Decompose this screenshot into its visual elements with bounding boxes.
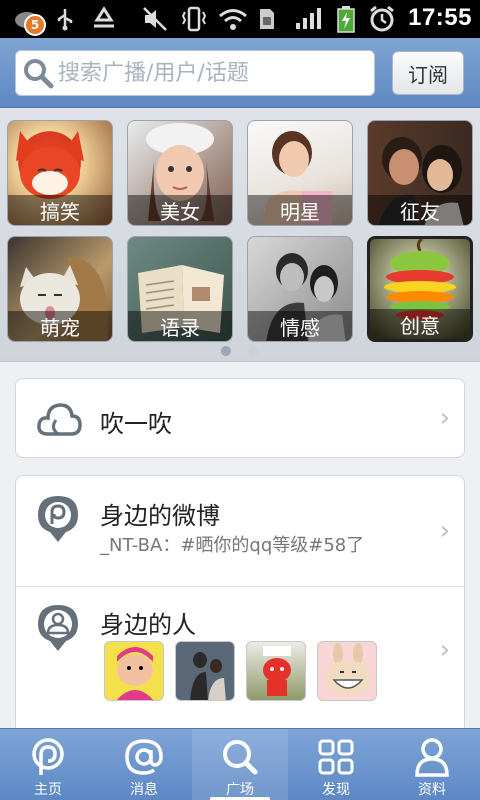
clock-time: 17:55 [408, 4, 472, 31]
chevron-right-icon: › [439, 635, 450, 665]
tab-discover[interactable]: 发现 [288, 729, 384, 800]
nearby-card: 身边的微博 _NT-BA：#晒你的qq等级#58了 › 身边的人 › [15, 475, 465, 735]
pager-dot[interactable] [248, 346, 258, 356]
nearby-people-row[interactable]: 身边的人 › [16, 587, 464, 717]
nearby-weibo-row[interactable]: 身边的微博 _NT-BA：#晒你的qq等级#58了 › [16, 476, 464, 587]
recycle-icon [90, 6, 118, 32]
notification-count-badge: 5 [24, 14, 46, 36]
search-box[interactable] [15, 50, 375, 96]
couple-photo-avatar[interactable] [175, 641, 235, 701]
blow-card[interactable]: 吹一吹 › [15, 378, 465, 458]
wifi-icon [218, 6, 248, 32]
nearby-weibo-preview: _NT-BA：#晒你的qq等级#58了 [100, 535, 365, 556]
category-label: 搞笑 [8, 195, 112, 225]
nearby-weibo-title: 身边的微博 [100, 502, 220, 530]
cloud-icon [37, 403, 82, 436]
category-label: 美女 [128, 195, 232, 225]
weibo-home-icon [32, 738, 64, 775]
category-label: 萌宠 [8, 311, 112, 341]
mute-icon [142, 6, 168, 32]
category-tile-funny[interactable]: 搞笑 [7, 120, 113, 226]
category-grid: 搞笑 美女 明星 征友 萌宠 语录 情感 创意 [0, 108, 480, 362]
chevron-right-icon: › [439, 403, 450, 433]
bunny-avatar[interactable] [317, 641, 377, 701]
tab-profile[interactable]: 资料 [384, 729, 480, 800]
category-tile-quotes[interactable]: 语录 [127, 236, 233, 342]
location-weibo-icon [38, 496, 78, 542]
category-tile-beauty[interactable]: 美女 [127, 120, 233, 226]
bottom-tab-bar: 主页 消息 广场 发现 资料 [0, 728, 480, 800]
tab-label: 主页 [34, 782, 62, 798]
tab-square[interactable]: 广场 [192, 729, 288, 800]
category-label: 明星 [248, 195, 352, 225]
tab-label: 消息 [130, 782, 158, 798]
tab-label: 发现 [322, 782, 350, 798]
category-tile-celebrity[interactable]: 明星 [247, 120, 353, 226]
profile-icon [415, 738, 449, 777]
blow-title: 吹一吹 [100, 410, 172, 438]
tab-label: 广场 [226, 782, 254, 798]
search-icon [223, 740, 258, 775]
battery-charging-icon [336, 6, 356, 33]
tab-messages[interactable]: 消息 [96, 729, 192, 800]
at-icon [125, 739, 163, 775]
person-location-icon [38, 605, 78, 651]
search-icon [24, 59, 54, 89]
chevron-right-icon: › [439, 516, 450, 546]
category-label: 情感 [248, 311, 352, 341]
status-bar: 5 17:55 [0, 0, 480, 38]
category-label: 语录 [128, 311, 232, 341]
category-label: 征友 [368, 195, 472, 225]
sim-icon [258, 6, 276, 32]
category-tile-pets[interactable]: 萌宠 [7, 236, 113, 342]
signal-icon [294, 6, 322, 32]
search-input[interactable] [58, 60, 368, 86]
square-header: 订阅 [0, 38, 480, 108]
category-tile-friends[interactable]: 征友 [367, 120, 473, 226]
usb-icon [56, 6, 74, 32]
cartoon-avatar[interactable] [104, 641, 164, 701]
tab-label: 资料 [418, 782, 446, 798]
tab-home[interactable]: 主页 [0, 729, 96, 800]
nearby-people-title: 身边的人 [100, 611, 196, 639]
grid-icon [318, 739, 354, 775]
category-tile-creative[interactable]: 创意 [367, 236, 473, 342]
alarm-icon [368, 5, 396, 32]
category-tile-emotion[interactable]: 情感 [247, 236, 353, 342]
vibrate-icon [180, 6, 208, 32]
subscribe-button[interactable]: 订阅 [392, 51, 464, 95]
pager-dot-active[interactable] [221, 346, 231, 356]
category-label: 创意 [370, 309, 470, 339]
red-toy-avatar[interactable] [246, 641, 306, 701]
